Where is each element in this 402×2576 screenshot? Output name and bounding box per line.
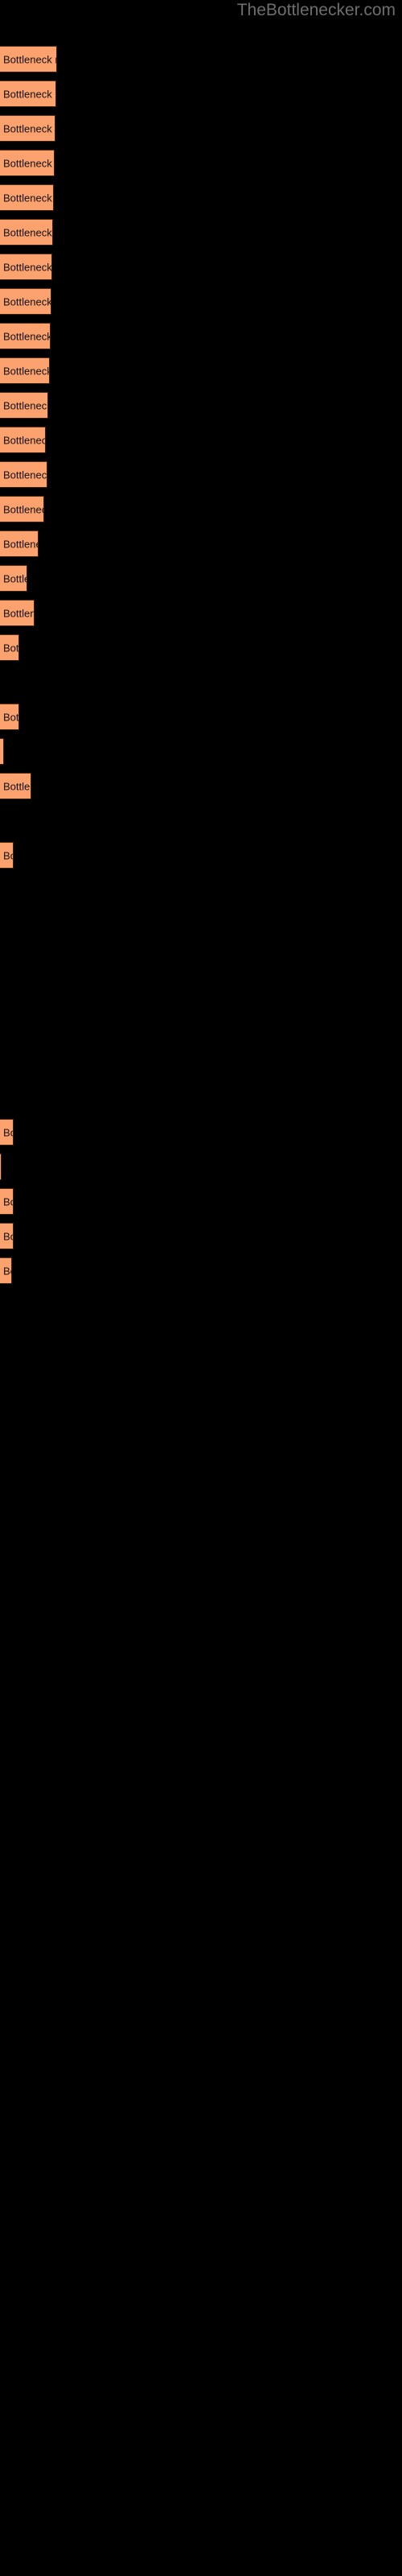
bar-15[interactable]: Bottleneck result <box>0 530 39 557</box>
bar-24[interactable]: Bottleneck result <box>0 1154 2 1180</box>
bar-label: Bottleneck result <box>3 226 52 238</box>
bar-5[interactable]: Bottleneck result <box>0 184 54 211</box>
bar-27[interactable]: Bottleneck result <box>0 1257 12 1284</box>
bar-label: Bottleneck result <box>3 780 31 792</box>
bar-label: Bottleneck result <box>3 53 56 65</box>
bar-label: Bottleneck result <box>3 1195 13 1208</box>
bar-label: Bottleneck result <box>3 745 4 758</box>
bar-23[interactable]: Bottleneck result <box>0 1119 14 1146</box>
bar-22[interactable]: Bottleneck result <box>0 842 14 869</box>
bar-label: Bottleneck result <box>3 469 47 481</box>
bar-19[interactable]: Bottleneck result <box>0 704 19 730</box>
bar-11[interactable]: Bottleneck result <box>0 392 48 419</box>
bar-label: Bottleneck result <box>3 642 19 654</box>
bar-25[interactable]: Bottleneck result <box>0 1188 14 1215</box>
bar-4[interactable]: Bottleneck result <box>0 150 55 176</box>
bar-label: Bottleneck result <box>3 849 13 861</box>
bar-17[interactable]: Bottleneck result <box>0 600 35 626</box>
bar-label: Bottleneck result <box>3 88 55 100</box>
bar-label: Bottleneck result <box>3 1230 13 1242</box>
bar-18[interactable]: Bottleneck result <box>0 634 19 661</box>
bar-label: Bottleneck result <box>3 711 19 723</box>
bar-chart-root: TheBottlenecker.com Bottleneck resultBot… <box>0 0 402 2576</box>
bar-label: Bottleneck result <box>3 122 55 134</box>
bar-16[interactable]: Bottleneck result <box>0 565 27 592</box>
bar-label: Bottleneck result <box>3 261 52 273</box>
bar-2[interactable]: Bottleneck result <box>0 80 56 107</box>
bar-label: Bottleneck result <box>3 607 34 619</box>
bar-label: Bottleneck result <box>3 365 50 377</box>
bar-8[interactable]: Bottleneck result <box>0 288 51 315</box>
bar-label: Bottleneck result <box>3 399 48 411</box>
bar-1[interactable]: Bottleneck result <box>0 46 57 72</box>
bar-26[interactable]: Bottleneck result <box>0 1223 14 1249</box>
bar-14[interactable]: Bottleneck result <box>0 496 44 522</box>
bar-label: Bottleneck result <box>3 1126 13 1138</box>
bar-label: Bottleneck result <box>3 1265 11 1277</box>
bar-label: Bottleneck result <box>3 572 27 584</box>
bar-20[interactable]: Bottleneck result <box>0 738 4 765</box>
bar-21[interactable]: Bottleneck result <box>0 773 31 799</box>
bar-label: Bottleneck result <box>3 295 51 308</box>
bar-label: Bottleneck result <box>3 503 43 515</box>
bar-12[interactable]: Bottleneck result <box>0 427 46 453</box>
bar-label: Bottleneck result <box>3 538 38 550</box>
bar-3[interactable]: Bottleneck result <box>0 115 55 142</box>
bar-label: Bottleneck result <box>3 434 45 446</box>
bar-label: Bottleneck result <box>3 192 53 204</box>
bar-7[interactable]: Bottleneck result <box>0 254 52 280</box>
bar-13[interactable]: Bottleneck result <box>0 461 47 488</box>
bar-label: Bottleneck result <box>3 157 54 169</box>
bar-label: Bottleneck result <box>3 330 51 342</box>
bar-6[interactable]: Bottleneck result <box>0 219 53 246</box>
bar-9[interactable]: Bottleneck result <box>0 323 51 349</box>
bars-layer: Bottleneck result Bottleneck result Bottle… <box>0 0 402 2576</box>
bar-10[interactable]: Bottleneck result <box>0 357 50 384</box>
